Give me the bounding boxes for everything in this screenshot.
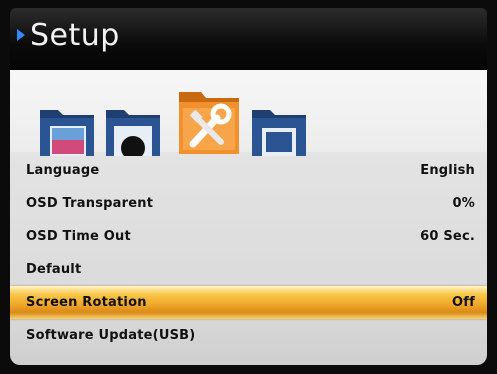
- menu-item-value: 0%: [452, 196, 475, 211]
- menu-item-osd-transparent[interactable]: OSD Transparent 0%: [10, 187, 487, 220]
- menu-item-default[interactable]: Default: [10, 253, 487, 286]
- menu-item-software-update[interactable]: Software Update(USB): [10, 319, 487, 352]
- menu-item-label: Screen Rotation: [26, 295, 147, 310]
- settings-menu: Language English OSD Transparent 0% OSD …: [10, 154, 487, 352]
- category-icons-bar: [10, 70, 487, 156]
- menu-item-osd-time-out[interactable]: OSD Time Out 60 Sec.: [10, 220, 487, 253]
- menu-item-value: 60 Sec.: [420, 229, 475, 244]
- menu-item-label: OSD Time Out: [26, 229, 131, 244]
- menu-item-label: Default: [26, 262, 82, 277]
- screen-folder-icon[interactable]: [250, 100, 308, 156]
- menu-item-screen-rotation[interactable]: Screen Rotation Off: [10, 286, 487, 319]
- menu-item-label: Software Update(USB): [26, 328, 196, 343]
- tools-folder-icon[interactable]: [177, 88, 241, 154]
- menu-item-language[interactable]: Language English: [10, 154, 487, 187]
- camera-folder-icon[interactable]: [104, 100, 162, 156]
- page-title: Setup: [30, 18, 120, 53]
- header-marker-icon: [17, 29, 25, 41]
- menu-item-value: Off: [452, 295, 475, 310]
- menu-header: Setup: [10, 8, 487, 70]
- menu-item-label: Language: [26, 163, 100, 178]
- setup-panel: Language English OSD Transparent 0% OSD …: [10, 70, 487, 365]
- menu-item-label: OSD Transparent: [26, 196, 154, 211]
- tv-osd-screen: Setup Language English OSD Transparent 0…: [0, 0, 497, 374]
- picture-folder-icon[interactable]: [38, 100, 96, 156]
- menu-item-value: English: [420, 163, 475, 178]
